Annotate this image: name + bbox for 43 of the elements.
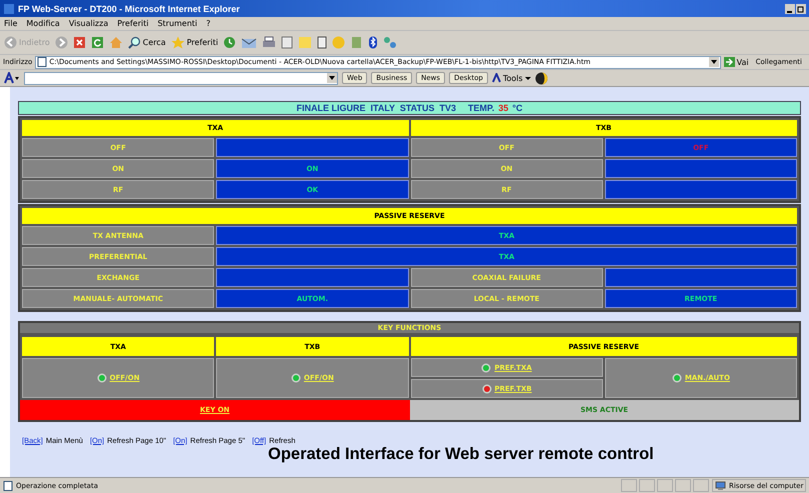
printer-icon[interactable] [262,36,276,49]
browser-icon [3,2,15,14]
window-title: FP Web-Server - DT200 - Microsoft Internet Explorer [18,4,241,14]
search-button[interactable]: Cerca [128,36,166,49]
caption: Operated Interface for Web server remote control [268,445,655,464]
menu-item[interactable]: ? [206,19,211,28]
search-field[interactable] [24,72,338,84]
search-icon [128,36,141,49]
font-icon [492,73,501,83]
dropdown-icon [327,73,337,83]
menu-item[interactable]: File [4,19,18,28]
page-icon [3,480,13,490]
status-pane [693,479,709,492]
menu-item[interactable]: Visualizza [68,19,108,28]
tools-button[interactable]: Tools [492,73,531,83]
dropdown-icon [708,57,719,67]
moon-icon[interactable] [534,72,548,84]
go-arrow-icon [724,57,735,67]
mail-icon[interactable] [241,36,258,49]
go-button[interactable]: Vai [724,57,749,67]
temperature-value: 35 [498,103,508,113]
favorites-button[interactable]: Preferiti [170,36,218,49]
status-pane [675,479,691,492]
menu-item[interactable]: Strumenti [158,19,198,28]
stop-icon[interactable] [72,36,86,49]
refresh-icon[interactable] [90,36,104,49]
temperature-unit: °C [512,103,522,113]
star-icon [170,36,185,49]
computer-icon [715,480,726,490]
page-icon [37,57,48,67]
status-pane [621,479,637,492]
status-pane [657,479,673,492]
status-pane [639,479,655,492]
temperature-label: TEMP. [468,103,494,113]
minimize-icon[interactable] [785,4,795,14]
menu-item[interactable]: Preferiti [117,19,149,28]
menu-item[interactable]: Modifica [26,19,60,28]
restore-icon[interactable] [796,4,806,14]
page-icon[interactable] [281,36,294,49]
station-title: FINALE LIGURE ITALY STATUS TV3 [296,103,456,113]
bluetooth-icon[interactable] [368,36,378,49]
font-icon[interactable] [4,72,20,84]
history-icon[interactable] [223,36,236,49]
